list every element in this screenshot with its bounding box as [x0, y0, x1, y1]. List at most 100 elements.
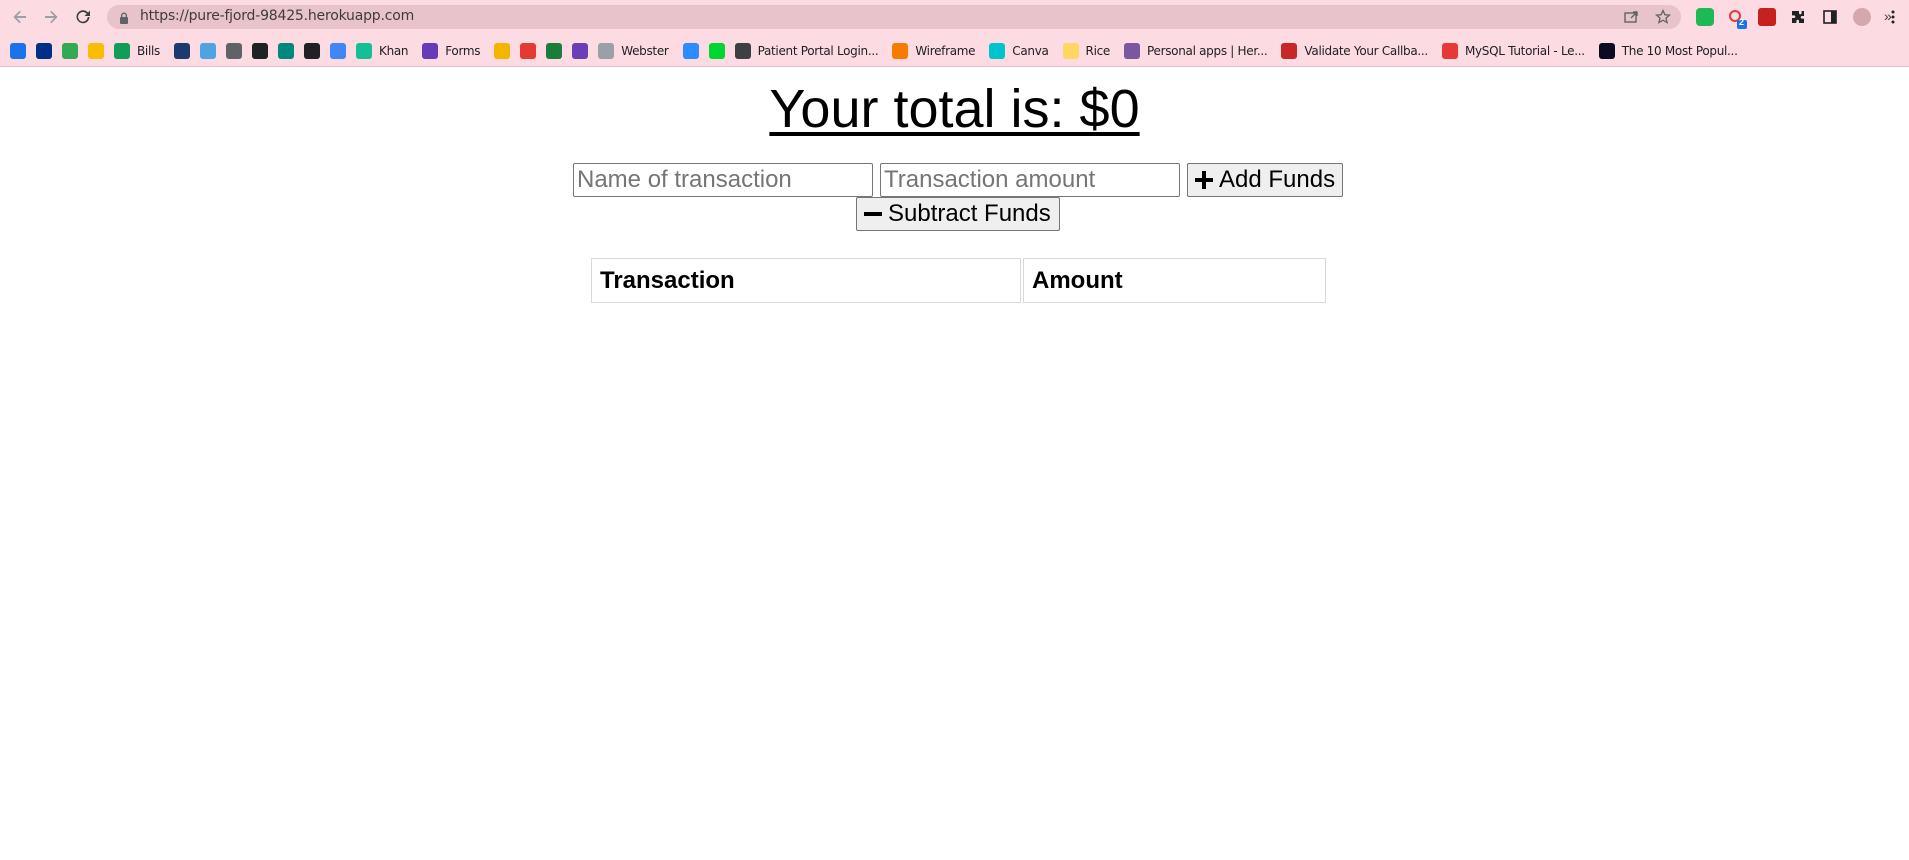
bookmarks-overflow-icon[interactable]: » — [1884, 8, 1892, 24]
total-heading: Your total is: $0 — [769, 79, 1140, 139]
mysql-icon — [1441, 43, 1458, 59]
bookmark-label: Validate Your Callba... — [1304, 44, 1428, 58]
shield-icon — [572, 43, 589, 59]
bookmark-label: Rice — [1085, 44, 1111, 58]
bookmark-item[interactable]: Rice — [1062, 42, 1111, 60]
bookmark-item[interactable]: Bills — [114, 42, 160, 60]
bookmark-item[interactable]: Patient Portal Login... — [734, 42, 879, 60]
bookmark-label: Patient Portal Login... — [757, 44, 879, 58]
folder-icon — [1062, 43, 1079, 59]
s-icon — [252, 43, 268, 59]
page-content: Your total is: $0 Add Funds Subtract Fun… — [0, 68, 1909, 860]
bookmark-label: Wireframe — [915, 44, 976, 58]
globe-icon — [304, 43, 320, 59]
webster-icon — [598, 43, 615, 59]
bookmark-item[interactable] — [252, 42, 268, 60]
bookmark-item[interactable] — [36, 42, 52, 60]
extension-badge-count: 2 — [1739, 17, 1745, 27]
bookmark-label: Personal apps | Her... — [1147, 44, 1268, 58]
bookmark-item[interactable] — [88, 42, 104, 60]
drive-icon — [88, 43, 104, 59]
add-funds-label: Add Funds — [1219, 166, 1336, 193]
w-icon — [546, 43, 563, 59]
bookmark-item[interactable]: Validate Your Callba... — [1281, 42, 1428, 60]
table-header-row: Transaction Amount — [591, 258, 1326, 303]
bookmark-star-icon[interactable] — [1654, 8, 1672, 26]
khan-icon — [356, 43, 372, 59]
column-header-transaction: Transaction — [591, 258, 1021, 303]
bookmark-item[interactable]: MySQL Tutorial - Le... — [1441, 42, 1585, 60]
tac-icon — [174, 43, 190, 59]
bookmark-item[interactable] — [682, 42, 699, 60]
bookmark-label: Forms — [445, 44, 481, 58]
guitar-icon — [1281, 43, 1298, 59]
bookmark-item[interactable]: Personal apps | Her... — [1124, 42, 1268, 60]
browser-toolbar: https://pure-fjord-98425.herokuapp.com 2 — [0, 0, 1909, 34]
classroom-icon — [494, 43, 511, 59]
bookmark-item[interactable] — [708, 42, 725, 60]
portal-icon — [734, 43, 751, 59]
bookmark-item[interactable] — [278, 42, 294, 60]
bookmark-item[interactable] — [494, 42, 511, 60]
subtract-funds-button[interactable]: Subtract Funds — [856, 197, 1060, 231]
forward-arrow-icon[interactable] — [41, 7, 61, 27]
column-header-amount: Amount — [1023, 258, 1326, 303]
bookmark-item[interactable] — [174, 42, 190, 60]
wireframe-icon — [892, 43, 909, 59]
side-panel-icon[interactable] — [1821, 8, 1839, 26]
bookmark-item[interactable]: The 10 Most Popul... — [1598, 42, 1738, 60]
car-icon — [10, 43, 26, 59]
grammarly-extension-icon[interactable] — [1696, 8, 1714, 26]
share-icon[interactable] — [1622, 8, 1640, 26]
acrobat-extension-icon[interactable] — [1758, 8, 1776, 26]
bookmark-item[interactable] — [330, 42, 346, 60]
bookmark-label: Webster — [621, 44, 669, 58]
bookmark-item[interactable] — [226, 42, 242, 60]
bookmark-item[interactable] — [200, 42, 216, 60]
bookmark-item[interactable]: Wireframe — [892, 42, 976, 60]
minus-icon — [863, 204, 883, 224]
forms-icon — [422, 43, 439, 59]
sync-icon — [226, 43, 242, 59]
bookmark-label: Canva — [1012, 44, 1049, 58]
bookmark-item[interactable]: Khan — [356, 42, 409, 60]
bookmark-item[interactable]: Webster — [598, 42, 669, 60]
maps-icon — [62, 43, 78, 59]
cloud-icon — [200, 43, 216, 59]
bookmark-label: MySQL Tutorial - Le... — [1464, 44, 1585, 58]
transaction-name-input[interactable] — [573, 163, 873, 197]
transaction-amount-input[interactable] — [880, 163, 1180, 197]
bookmark-label: The 10 Most Popul... — [1621, 44, 1738, 58]
dev-icon — [1598, 43, 1615, 59]
add-funds-button[interactable]: Add Funds — [1187, 163, 1343, 197]
canva-icon — [989, 43, 1006, 59]
meet-icon — [278, 43, 294, 59]
bookmark-item[interactable] — [10, 42, 26, 60]
reload-icon[interactable] — [73, 7, 93, 27]
bookmark-item[interactable] — [304, 42, 320, 60]
zoom-icon — [682, 43, 699, 59]
bookmark-label: Bills — [137, 44, 160, 58]
back-arrow-icon[interactable] — [10, 7, 30, 27]
subtract-funds-label: Subtract Funds — [888, 200, 1051, 227]
calendar-icon — [330, 43, 346, 59]
profile-avatar[interactable] — [1853, 8, 1871, 26]
sheets-icon — [114, 43, 130, 59]
lock-icon[interactable] — [118, 11, 130, 24]
extension-badge-icon[interactable]: 2 — [1727, 8, 1747, 29]
bookmark-item[interactable] — [520, 42, 537, 60]
paypal-icon — [36, 43, 52, 59]
bookmark-item[interactable] — [546, 42, 563, 60]
address-bar-url[interactable]: https://pure-fjord-98425.herokuapp.com — [140, 8, 414, 24]
plus-icon — [1194, 170, 1214, 190]
bookmarks-bar: Bills Khan Forms Webster Patient Portal Logi… — [0, 34, 1909, 67]
bookmark-item[interactable]: Forms — [422, 42, 481, 60]
bookmark-item[interactable] — [572, 42, 589, 60]
transactions-table: Transaction Amount — [589, 256, 1328, 305]
bookmark-item[interactable] — [62, 42, 78, 60]
red-circle-icon — [520, 43, 537, 59]
dollar-icon — [708, 43, 725, 59]
bookmark-item[interactable]: Canva — [989, 42, 1049, 60]
extensions-puzzle-icon[interactable] — [1789, 8, 1807, 26]
heroku-icon — [1124, 43, 1140, 59]
